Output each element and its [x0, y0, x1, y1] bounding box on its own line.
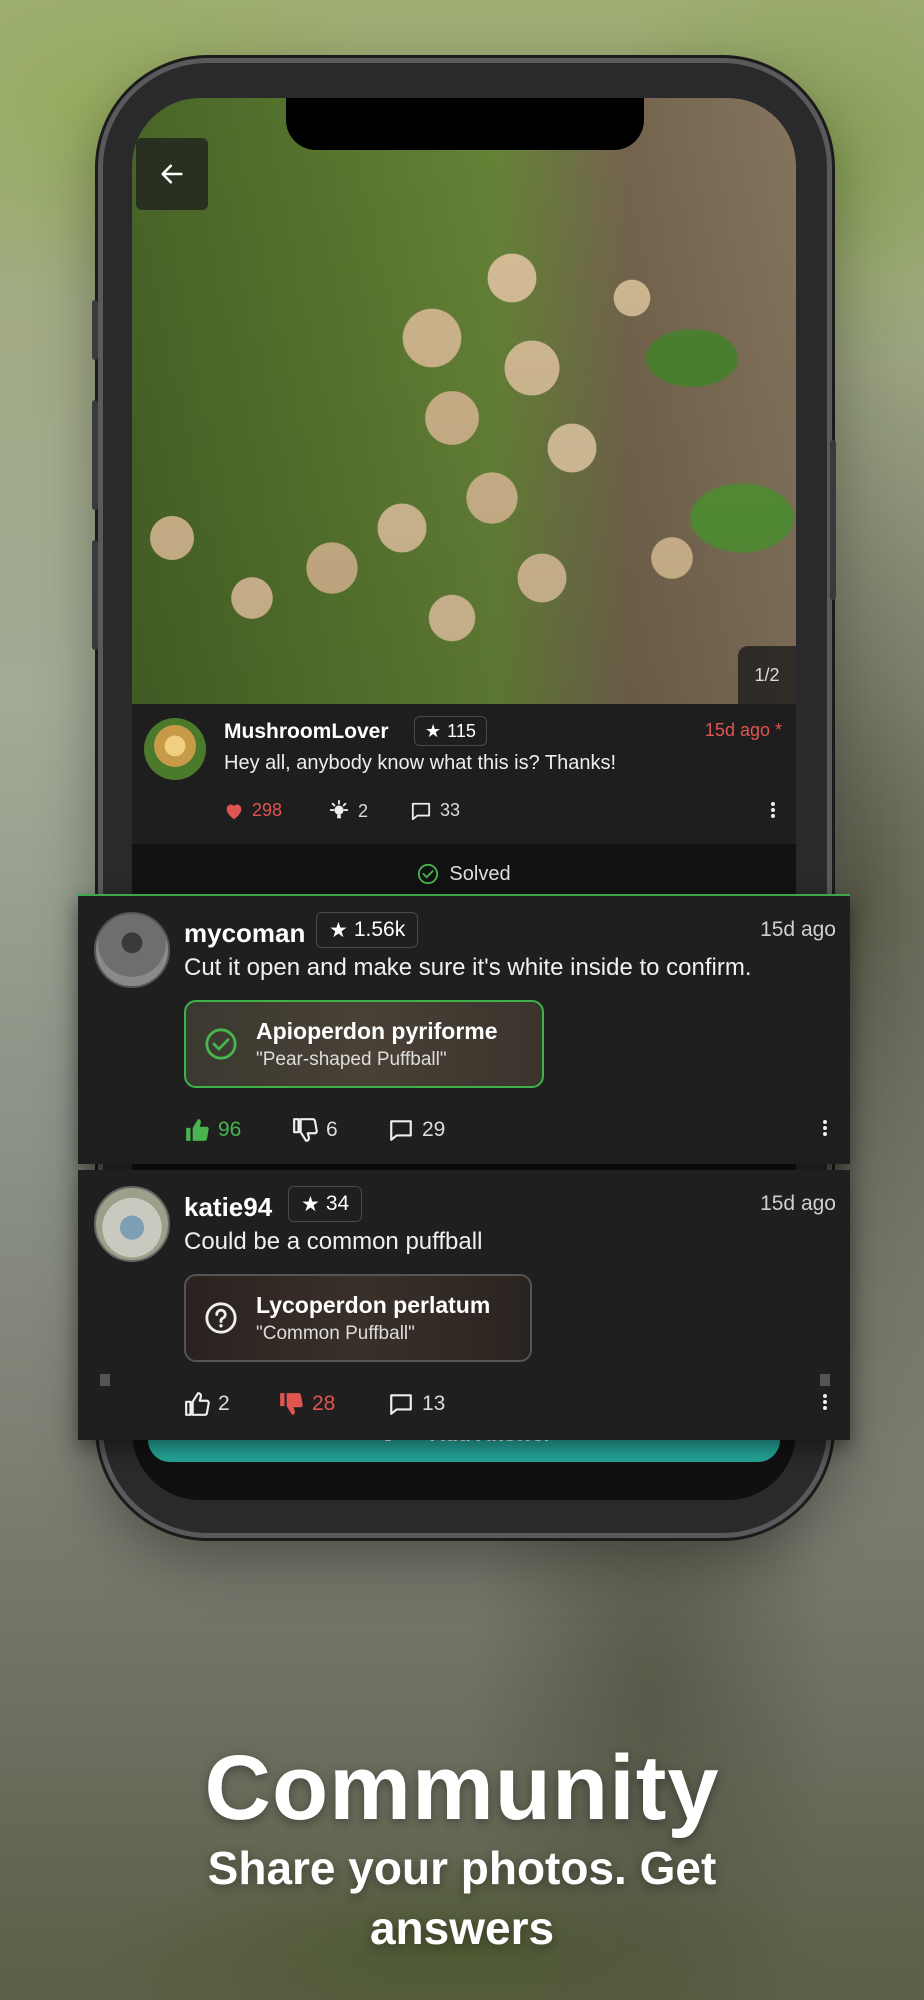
species-common-name: "Pear-shaped Puffball" [256, 1048, 447, 1070]
back-button[interactable] [136, 138, 208, 210]
question-circle-icon [205, 1302, 237, 1334]
thumbs-up-icon [186, 1119, 209, 1141]
more-icon[interactable] [770, 800, 776, 820]
comment-icon [390, 1394, 412, 1415]
answer-username[interactable]: mycoman [184, 918, 305, 949]
check-circle-icon [418, 863, 439, 885]
answer-card: mycoman ★ 1.56k 15d ago Cut it open and … [78, 894, 850, 1164]
rating-badge: ★ 115 [414, 716, 487, 746]
star-icon: ★ [301, 1192, 320, 1216]
upvote-button[interactable]: 96 [184, 1118, 241, 1142]
rating-badge: ★ 34 [288, 1186, 363, 1222]
answer-text: Cut it open and make sure it's white ins… [184, 954, 752, 981]
volume-down-button [92, 540, 98, 650]
comment-icon [411, 802, 431, 820]
avatar[interactable] [94, 1186, 170, 1262]
star-icon: ★ [425, 720, 442, 741]
like-button[interactable]: 298 [224, 800, 282, 821]
more-icon[interactable] [822, 1392, 828, 1412]
scroll-marker [820, 1374, 830, 1386]
mute-switch [92, 300, 98, 360]
phone-notch [286, 98, 644, 150]
caption-title: Community [204, 1737, 720, 1839]
species-suggestion[interactable]: Lycoperdon perlatum "Common Puffball" [184, 1274, 532, 1362]
comment-button[interactable]: 33 [410, 800, 460, 821]
heart-icon [226, 803, 242, 819]
downvote-button[interactable]: 28 [278, 1392, 335, 1416]
avatar[interactable] [94, 912, 170, 988]
answer-time: 15d ago [760, 918, 836, 941]
upvote-button[interactable]: 2 [184, 1392, 230, 1416]
power-button [830, 440, 836, 600]
species-suggestion[interactable]: Apioperdon pyriforme "Pear-shaped Puffba… [184, 1000, 544, 1088]
volume-up-button [92, 400, 98, 510]
answer-time: 15d ago [760, 1192, 836, 1215]
answer-card: katie94 ★ 34 15d ago Could be a common p… [78, 1170, 850, 1440]
species-name: Apioperdon pyriforme [256, 1017, 498, 1044]
photo-counter: 1/2 [738, 646, 796, 704]
caption-subtitle: Share your photos. Get answers [207, 1842, 717, 1954]
comment-icon [390, 1120, 412, 1141]
more-icon[interactable] [822, 1118, 828, 1138]
comment-button[interactable]: 13 [388, 1392, 445, 1416]
species-common-name: "Common Puffball" [256, 1322, 415, 1344]
scroll-marker [100, 1374, 110, 1386]
species-name: Lycoperdon perlatum [256, 1291, 491, 1318]
thumbs-up-icon [185, 1392, 210, 1416]
thumbs-down-icon [293, 1118, 318, 1142]
lightbulb-icon [329, 800, 349, 819]
answer-text: Could be a common puffball [184, 1228, 483, 1255]
post-card: MushroomLover ★ 115 15d ago * Hey all, a… [132, 704, 796, 844]
post-text: Hey all, anybody know what this is? Than… [224, 752, 617, 774]
idea-button[interactable]: 2 [328, 800, 368, 822]
post-time: 15d ago * [704, 720, 782, 740]
check-circle-icon [205, 1028, 237, 1060]
post-username[interactable]: MushroomLover [224, 720, 389, 744]
answer-username[interactable]: katie94 [184, 1192, 272, 1223]
thumbs-down-icon [280, 1393, 303, 1415]
comment-button[interactable]: 29 [388, 1118, 445, 1142]
downvote-button[interactable]: 6 [292, 1118, 338, 1142]
rating-badge: ★ 1.56k [316, 912, 419, 948]
arrow-left-icon [161, 164, 183, 184]
star-icon: ★ [329, 918, 348, 942]
avatar[interactable] [144, 718, 206, 780]
